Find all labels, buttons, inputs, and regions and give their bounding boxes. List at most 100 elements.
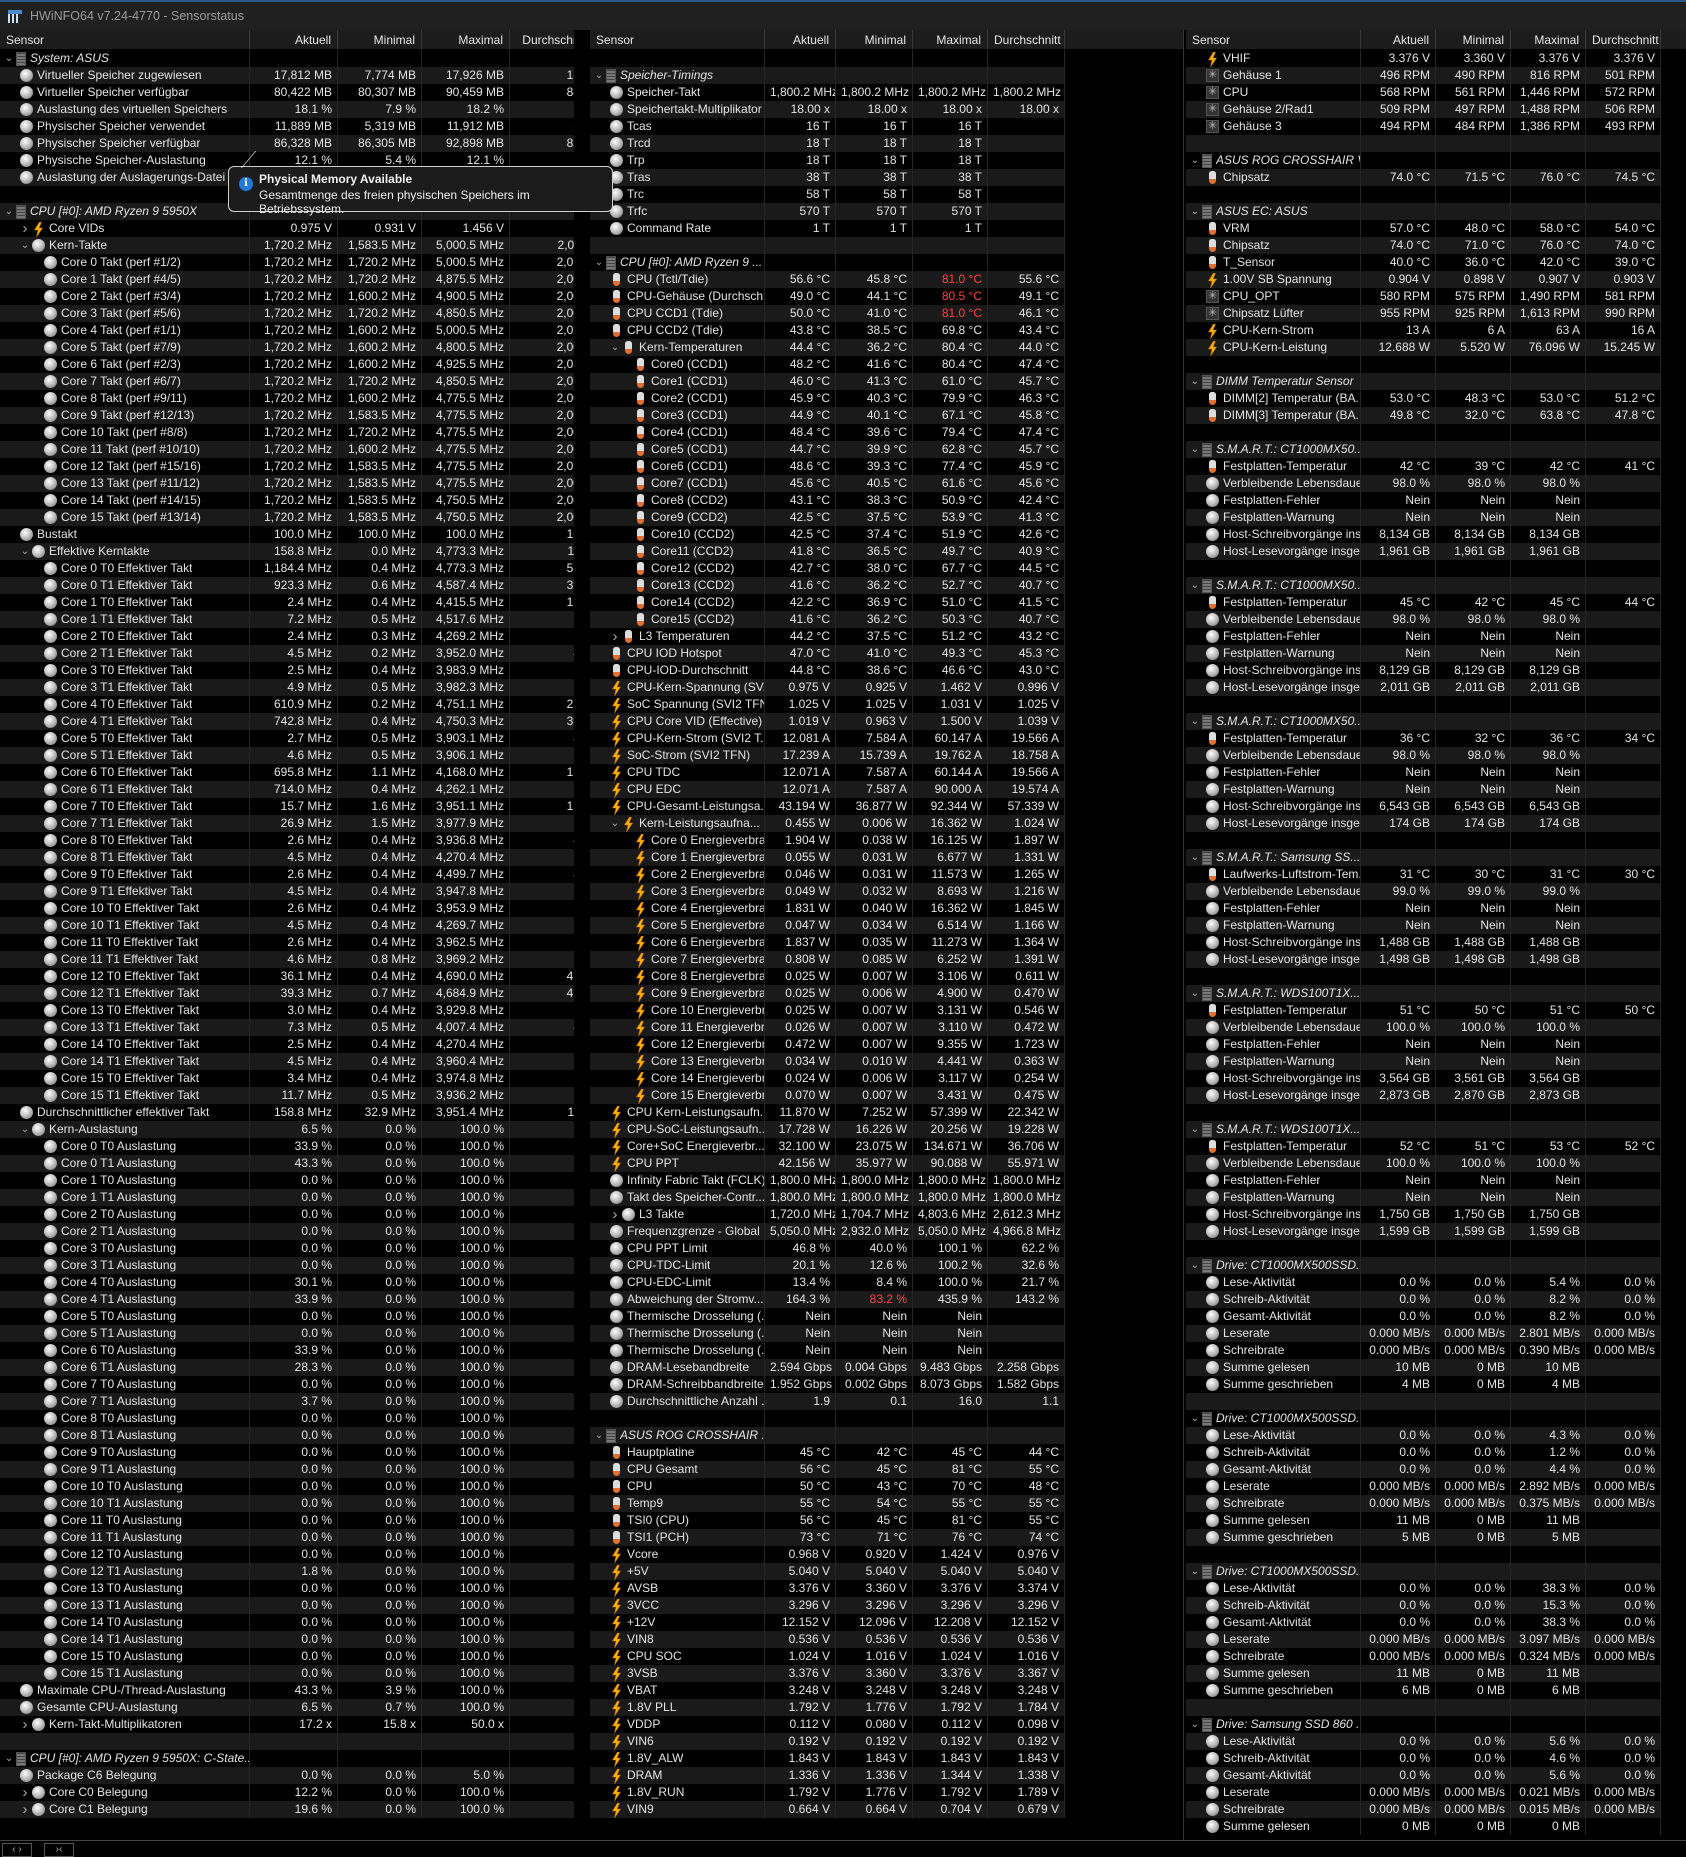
sensor-row[interactable]: Trc 58 T 58 T 58 T [590, 186, 1183, 203]
collapse-chevron-icon[interactable]: ⌄ [1188, 441, 1202, 458]
sensor-row[interactable]: ⌄ Kern-Temperaturen 44.4 °C 36.2 °C 80.4 °C 4… [590, 339, 1183, 356]
sensor-group-row[interactable]: ⌄ S.M.A.R.T.: WDS100T1X... [1186, 985, 1686, 1002]
sensor-row[interactable]: Maximale CPU-/Thread-Auslastung 43.3 % 3.9… [0, 1682, 574, 1699]
sensor-row[interactable]: Virtueller Speicher zugewiesen 17,812 MB 7… [0, 67, 574, 84]
sensor-row[interactable]: Package C6 Belegung0.0 %0.0 %5.0 %0. [0, 1767, 574, 1784]
sensor-row[interactable]: Core 4 T0 Effektiver Takt 610.9 MHz 0.2 MH… [0, 696, 574, 713]
sensor-row[interactable]: ›Core VIDs0.975 V0.931 V1.456 V0. [0, 220, 574, 237]
sensor-row[interactable]: Infinity Fabric Takt (FCLK) 1,800.0 MHz 1,… [590, 1172, 1183, 1189]
sensor-row[interactable]: Vcore 0.968 V 0.920 V 1.424 V 0.976 V [590, 1546, 1183, 1563]
sensor-row[interactable]: Chipsatz 74.0 °C 71.5 °C 76.0 °C 74.5 °C [1186, 169, 1686, 186]
collapse-chevron-icon[interactable]: ⌄ [1188, 1257, 1202, 1274]
sensor-row[interactable]: Core 14 T1 Effektiver Takt 4.5 MHz 0.4 MHz… [0, 1053, 574, 1070]
sensor-row[interactable]: Tcas 16 T 16 T 16 T [590, 118, 1183, 135]
sensor-row[interactable]: Lese-Aktivität 0.0 % 0.0 % 5.4 % 0.0 % [1186, 1274, 1686, 1291]
sensor-row[interactable]: CPU EDC 12.071 A 7.587 A 90.000 A 19.574 A [590, 781, 1183, 798]
sensor-row[interactable]: Core8 (CCD2) 43.1 °C 38.3 °C 50.9 °C 42.4 °C [590, 492, 1183, 509]
sensor-row[interactable]: › L3 Temperaturen 44.2 °C 37.5 °C 51.2 °C 43.… [590, 628, 1183, 645]
sensor-row[interactable]: Core13 (CCD2) 41.6 °C 36.2 °C 52.7 °C 40.7 °… [590, 577, 1183, 594]
sensor-row[interactable]: Core 10 Energieverbr... 0.025 W 0.007 W 3.1… [590, 1002, 1183, 1019]
collapse-chevron-icon[interactable]: ⌄ [1188, 1121, 1202, 1138]
sensor-group-row[interactable]: ⌄ S.M.A.R.T.: CT1000MX50... [1186, 713, 1686, 730]
sensor-row[interactable]: Core 7 T0 Auslastung0.0 %0.0 %100.0 %1 [0, 1376, 574, 1393]
sensor-row[interactable]: DRAM 1.336 V 1.336 V 1.344 V 1.338 V [590, 1767, 1183, 1784]
sensor-row[interactable]: Core 7 T1 Auslastung3.7 %0.0 %100.0 %0 [0, 1393, 574, 1410]
sensor-row[interactable]: Core 5 T0 Auslastung0.0 %0.0 %100.0 %0 [0, 1308, 574, 1325]
expand-collapse-button[interactable]: ‹ › [2, 1843, 32, 1857]
sensor-row[interactable]: Festplatten-Warnung Nein Nein Nein [1186, 1189, 1686, 1206]
sensor-row[interactable]: Leserate 0.000 MB/s 0.000 MB/s 2.892 MB/s 0.… [1186, 1478, 1686, 1495]
sensor-row[interactable]: Core 1 T1 Auslastung0.0 %0.0 %100.0 %0 [0, 1189, 574, 1206]
sensor-row[interactable]: Core 7 Takt (perf #6/7) 1,720.2 MHz 1,720.… [0, 373, 574, 390]
sensor-row[interactable]: ⌄ Kern-Leistungsaufna... 0.455 W 0.006 W 16.… [590, 815, 1183, 832]
sensor-row[interactable]: Thermische Drosselung (... Nein Nein Nein [590, 1325, 1183, 1342]
sensor-row[interactable]: Core 3 Energieverbra... 0.049 W 0.032 W 8.6… [590, 883, 1183, 900]
sensor-group-row[interactable]: ⌄ CPU [#0]: AMD Ryzen 9 ... [590, 254, 1183, 271]
collapse-chevron-icon[interactable]: ⌄ [18, 543, 32, 560]
column-header-sensor[interactable]: Sensor [1186, 30, 1361, 49]
sensor-row[interactable]: CPU IOD Hotspot 47.0 °C 41.0 °C 49.3 °C 45.3… [590, 645, 1183, 662]
collapse-chevron-icon[interactable]: ⌄ [592, 67, 606, 84]
sensor-row[interactable]: CPU_OPT580 RPM575 RPM1,490 RPM581 RPM [1186, 288, 1686, 305]
sensor-row[interactable]: Lese-Aktivität 0.0 % 0.0 % 38.3 % 0.0 % [1186, 1580, 1686, 1597]
collapse-chevron-icon[interactable]: ⌄ [592, 254, 606, 271]
sensor-row[interactable]: 1.8V_RUN 1.792 V 1.776 V 1.792 V 1.789 V [590, 1784, 1183, 1801]
sensor-row[interactable]: Summe gelesen 11 MB 0 MB 11 MB [1186, 1665, 1686, 1682]
sensor-row[interactable]: Core0 (CCD1) 48.2 °C 41.6 °C 80.4 °C 47.4 °C [590, 356, 1183, 373]
sensor-row[interactable]: VIN6 0.192 V 0.192 V 0.192 V 0.192 V [590, 1733, 1183, 1750]
sensor-row[interactable]: Core 15 Takt (perf #13/14) 1,720.2 MHz 1,5… [0, 509, 574, 526]
sensor-row[interactable]: ›Core C1 Belegung19.6 %0.0 %100.0 %71 [0, 1801, 574, 1818]
sensor-row[interactable]: VBAT 3.248 V 3.248 V 3.248 V 3.248 V [590, 1682, 1183, 1699]
sensor-row[interactable]: Core 11 T1 Effektiver Takt 4.6 MHz 0.8 MHz… [0, 951, 574, 968]
sensor-row[interactable]: Schreibrate 0.000 MB/s 0.000 MB/s 0.324 MB/… [1186, 1648, 1686, 1665]
sensor-row[interactable]: Festplatten-Warnung Nein Nein Nein [1186, 509, 1686, 526]
sensor-row[interactable]: Core2 (CCD1) 45.9 °C 40.3 °C 79.9 °C 46.3 °C [590, 390, 1183, 407]
collapse-chevron-icon[interactable]: ⌄ [2, 50, 16, 67]
sensor-row[interactable]: Speichertakt-Multiplikator 18.00 x 18.00 x… [590, 101, 1183, 118]
sensor-row[interactable]: Core 1 Energieverbra... 0.055 W 0.031 W 6.6… [590, 849, 1183, 866]
sensor-row[interactable]: Core 0 T0 Auslastung33.9 %0.0 %100.0 %7 [0, 1138, 574, 1155]
sensor-row[interactable]: VIN9 0.664 V 0.664 V 0.704 V 0.679 V [590, 1801, 1183, 1818]
sensor-row[interactable]: Core 2 T1 Effektiver Takt 4.5 MHz 0.2 MHz 3… [0, 645, 574, 662]
column-header-average[interactable]: Durchschnitt [1586, 30, 1661, 49]
sensor-row[interactable]: Core 9 Energieverbra... 0.025 W 0.006 W 4.9… [590, 985, 1183, 1002]
sensor-row[interactable]: Core 4 T1 Effektiver Takt 742.8 MHz 0.4 MH… [0, 713, 574, 730]
sensor-row[interactable]: CPU (Tctl/Tdie) 56.6 °C 45.8 °C 81.0 °C 55.6… [590, 271, 1183, 288]
sensor-row[interactable]: Core 3 T0 Auslastung0.0 %0.0 %100.0 %1 [0, 1240, 574, 1257]
collapse-chevron-icon[interactable]: ⌄ [1188, 1716, 1202, 1733]
sensor-row[interactable]: CPU-Gehäuse (Durchsch... 49.0 °C 44.1 °C 80… [590, 288, 1183, 305]
sensor-row[interactable]: Core 4 T0 Auslastung30.1 %0.0 %100.0 %5 [0, 1274, 574, 1291]
sensor-row[interactable]: VDDP 0.112 V 0.080 V 0.112 V 0.098 V [590, 1716, 1183, 1733]
sensor-row[interactable]: ⌄ Effektive Kerntakte 158.8 MHz 0.0 MHz 4,77… [0, 543, 574, 560]
sensor-row[interactable]: Takt des Speicher-Contr... 1,800.0 MHz 1,8… [590, 1189, 1183, 1206]
sensor-row[interactable]: Core 12 T1 Auslastung1.8 %0.0 %100.0 %1 [0, 1563, 574, 1580]
sensor-row[interactable]: Abweichung der Stromv... 164.3 % 83.2 % 435… [590, 1291, 1183, 1308]
sensor-row[interactable]: T_Sensor 40.0 °C 36.0 °C 42.0 °C 39.0 °C [1186, 254, 1686, 271]
sensor-row[interactable]: ›Core C0 Belegung12.2 %0.0 %100.0 %1 [0, 1784, 574, 1801]
sensor-row[interactable]: › L3 Takte 1,720.0 MHz 1,704.7 MHz 4,803.6 M… [590, 1206, 1183, 1223]
sensor-row[interactable]: Core 10 T0 Auslastung0.0 %0.0 %100.0 %0 [0, 1478, 574, 1495]
sensor-row[interactable]: Festplatten-Fehler Nein Nein Nein [1186, 628, 1686, 645]
sensor-row[interactable]: Core 11 Takt (perf #10/10) 1,720.2 MHz 1,6… [0, 441, 574, 458]
sensor-row[interactable]: +12V 12.152 V 12.096 V 12.208 V 12.152 V [590, 1614, 1183, 1631]
sensor-row[interactable]: Verbleibende Lebensdaue... 98.0 % 98.0 % 98… [1186, 747, 1686, 764]
sensor-row[interactable]: Schreib-Aktivität 0.0 % 0.0 % 1.2 % 0.0 % [1186, 1444, 1686, 1461]
sensor-row[interactable]: Core 5 T1 Auslastung0.0 %0.0 %100.0 %1 [0, 1325, 574, 1342]
sensor-row[interactable]: Summe geschrieben 4 MB 0 MB 4 MB [1186, 1376, 1686, 1393]
sensor-group-row[interactable]: ⌄ ASUS EC: ASUS [1186, 203, 1686, 220]
sensor-row[interactable]: Core 13 T0 Auslastung0.0 %0.0 %100.0 %0 [0, 1580, 574, 1597]
sensor-group-row[interactable]: ⌄ System: ASUS [0, 50, 574, 67]
sensor-row[interactable]: Core 0 T1 Effektiver Takt 923.3 MHz 0.6 MH… [0, 577, 574, 594]
sensor-row[interactable]: Core 8 Energieverbra... 0.025 W 0.007 W 3.1… [590, 968, 1183, 985]
sensor-row[interactable]: VHIF 3.376 V 3.360 V 3.376 V 3.376 V [1186, 50, 1686, 67]
sensor-row[interactable]: Core 12 T1 Effektiver Takt 39.3 MHz 0.7 MH… [0, 985, 574, 1002]
sensor-row[interactable]: Festplatten-Temperatur 45 °C 42 °C 45 °C 44 … [1186, 594, 1686, 611]
column-header-current[interactable]: Aktuell [250, 30, 338, 49]
sensor-row[interactable]: Virtueller Speicher verfügbar 80,422 MB 80… [0, 84, 574, 101]
sensor-row[interactable]: Core10 (CCD2) 42.5 °C 37.4 °C 51.9 °C 42.6 °… [590, 526, 1183, 543]
sensor-group-row[interactable]: ⌄ Speicher-Timings [590, 67, 1183, 84]
sensor-row[interactable]: CPU SOC 1.024 V 1.016 V 1.024 V 1.016 V [590, 1648, 1183, 1665]
sensor-row[interactable]: Core 6 T0 Effektiver Takt 695.8 MHz 1.1 MH… [0, 764, 574, 781]
column-header-minimum[interactable]: Minimal [836, 30, 913, 49]
sensor-row[interactable]: Thermische Drosselung (... Nein Nein Nein [590, 1308, 1183, 1325]
